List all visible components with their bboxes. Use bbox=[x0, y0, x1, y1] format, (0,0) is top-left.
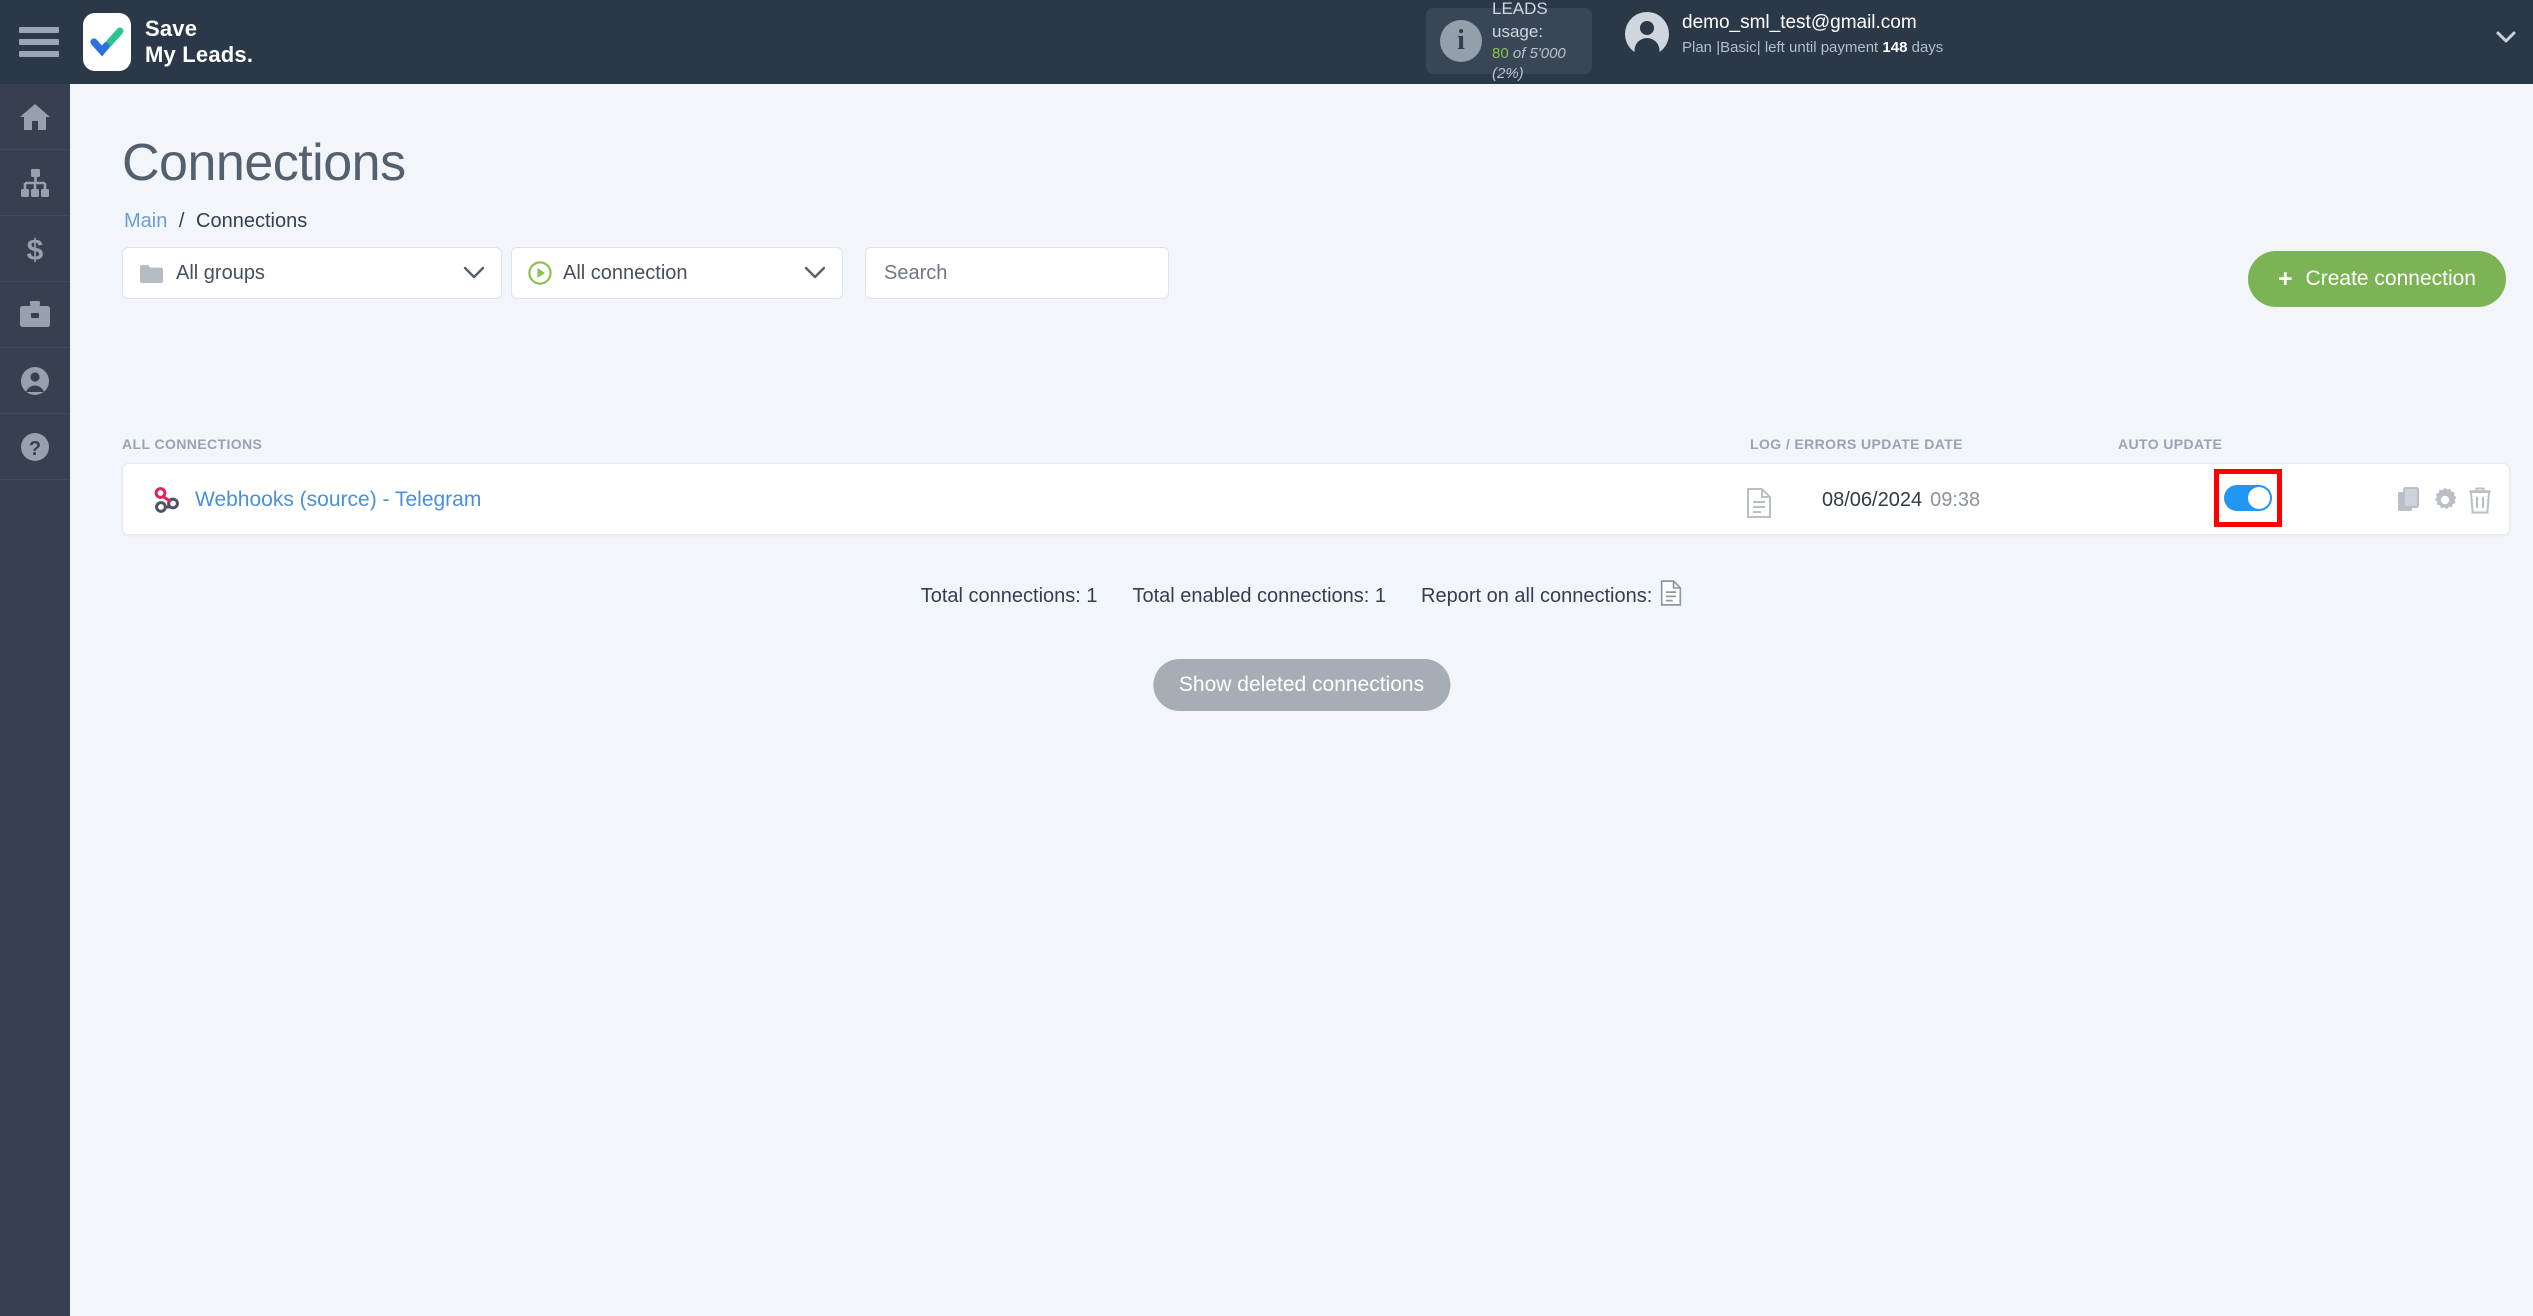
update-date-cell: 08/06/2024 09:38 bbox=[1822, 464, 1980, 536]
svg-text:$: $ bbox=[27, 234, 44, 265]
sidebar-item-business[interactable] bbox=[0, 282, 70, 348]
leads-limit: of 5'000 bbox=[1512, 44, 1566, 62]
chevron-down-icon bbox=[463, 266, 485, 280]
plan-days: 148 bbox=[1882, 38, 1908, 56]
breadcrumb-separator: / bbox=[178, 210, 185, 232]
breadcrumb-current: Connections bbox=[196, 210, 308, 232]
connection-link[interactable]: Webhooks (source) - Telegram bbox=[152, 464, 481, 536]
hamburger-bar bbox=[19, 39, 59, 45]
copy-icon[interactable] bbox=[2397, 487, 2421, 513]
search-input[interactable] bbox=[865, 247, 1169, 299]
auto-update-toggle[interactable] bbox=[2224, 485, 2272, 511]
sidebar-item-payments[interactable]: $ bbox=[0, 216, 70, 282]
document-report-icon[interactable] bbox=[1746, 488, 1772, 523]
auto-update-highlight bbox=[2214, 469, 2282, 527]
gear-icon[interactable] bbox=[2432, 487, 2458, 513]
leads-usage-badge[interactable]: i LEADS usage: 80 of 5'000 (2%) bbox=[1426, 0, 1592, 82]
breadcrumb-link-main[interactable]: Main bbox=[124, 210, 167, 232]
plan-days-suffix: days bbox=[1911, 38, 1944, 56]
breadcrumb: Main / Connections bbox=[124, 210, 307, 233]
question-circle-icon: ? bbox=[20, 432, 50, 462]
info-circle-icon: i bbox=[1440, 20, 1482, 62]
folder-icon bbox=[139, 264, 163, 283]
update-date: 08/06/2024 bbox=[1822, 488, 1923, 511]
leads-usage-value: 80 of 5'000 (2%) bbox=[1492, 44, 1592, 85]
create-connection-button[interactable]: + Create connection bbox=[2247, 251, 2506, 307]
groups-filter-value: All groups bbox=[176, 261, 265, 284]
hamburger-bar bbox=[19, 27, 59, 33]
account-plan: Plan |Basic| left until payment 148 days bbox=[1682, 37, 1943, 58]
row-actions bbox=[2397, 464, 2491, 536]
hamburger-menu-icon[interactable] bbox=[19, 27, 59, 57]
top-bar: Save My Leads. i LEADS usage: 80 of 5'00… bbox=[0, 0, 2533, 84]
account-email: demo_sml_test@gmail.com bbox=[1682, 12, 1917, 33]
update-time: 09:38 bbox=[1930, 488, 1981, 511]
show-deleted-connections-button[interactable]: Show deleted connections bbox=[1152, 659, 1451, 711]
column-header-auto-update: AUTO UPDATE bbox=[2118, 436, 2223, 452]
brand-line-2: My Leads. bbox=[145, 42, 254, 67]
sidebar-item-main[interactable] bbox=[0, 84, 70, 150]
plus-icon: + bbox=[2277, 264, 2293, 293]
connection-name: Webhooks (source) - Telegram bbox=[195, 488, 482, 511]
hamburger-bar bbox=[19, 51, 59, 57]
sitemap-icon bbox=[19, 168, 51, 197]
total-enabled-connections: Total enabled connections: 1 bbox=[1132, 584, 1387, 607]
report-on-all-connections: Report on all connections: bbox=[1421, 580, 1682, 612]
brand-logo[interactable]: Save My Leads. bbox=[83, 13, 253, 71]
sidebar: $ ? bbox=[0, 84, 70, 1316]
checkmark-logo-icon bbox=[83, 13, 131, 71]
user-avatar-icon bbox=[1625, 11, 1669, 56]
connection-filter-value: All connection bbox=[563, 261, 688, 284]
main-content: Connections Main / Connections All group… bbox=[70, 84, 2533, 1316]
groups-filter-select[interactable]: All groups bbox=[122, 247, 502, 299]
connection-filter-select[interactable]: All connection bbox=[511, 247, 843, 299]
table-row[interactable]: Webhooks (source) - Telegram 08/06/2024 … bbox=[122, 463, 2510, 535]
report-label: Report on all connections: bbox=[1421, 584, 1653, 607]
webhook-icon bbox=[152, 486, 180, 514]
chevron-down-icon bbox=[804, 266, 826, 280]
column-header-log-errors: LOG / ERRORS bbox=[1750, 436, 1857, 452]
leads-percent: (2%) bbox=[1492, 64, 1524, 82]
sidebar-item-connections[interactable] bbox=[0, 150, 70, 216]
sidebar-item-profile[interactable] bbox=[0, 348, 70, 414]
account-menu[interactable]: demo_sml_test@gmail.com Plan |Basic| lef… bbox=[1625, 10, 1943, 58]
home-icon bbox=[19, 102, 51, 132]
brand-line-1: Save bbox=[145, 16, 198, 41]
total-connections: Total connections: 1 bbox=[920, 584, 1098, 607]
trash-icon[interactable] bbox=[2469, 487, 2491, 514]
page-title: Connections bbox=[122, 134, 406, 192]
leads-usage-title: LEADS usage: bbox=[1492, 0, 1548, 41]
plan-prefix: Plan |Basic| left until payment bbox=[1682, 38, 1879, 56]
document-report-icon[interactable] bbox=[1660, 580, 1682, 612]
play-circle-icon bbox=[528, 261, 552, 285]
dollar-icon: $ bbox=[23, 233, 47, 265]
column-header-all-connections: ALL CONNECTIONS bbox=[122, 436, 263, 452]
filter-bar: All groups All connection bbox=[122, 247, 1169, 299]
toggle-knob bbox=[2248, 487, 2270, 509]
briefcase-icon bbox=[19, 300, 51, 329]
sidebar-item-help[interactable]: ? bbox=[0, 414, 70, 480]
svg-text:?: ? bbox=[29, 438, 41, 460]
leads-used: 80 bbox=[1492, 44, 1509, 62]
create-connection-label: Create connection bbox=[2305, 267, 2476, 290]
column-header-update-date: UPDATE DATE bbox=[1861, 436, 1963, 452]
chevron-down-icon[interactable] bbox=[2493, 24, 2519, 50]
brand-name: Save My Leads. bbox=[145, 16, 253, 68]
connection-totals: Total connections: 1 Total enabled conne… bbox=[70, 580, 2533, 612]
user-icon bbox=[20, 366, 50, 396]
